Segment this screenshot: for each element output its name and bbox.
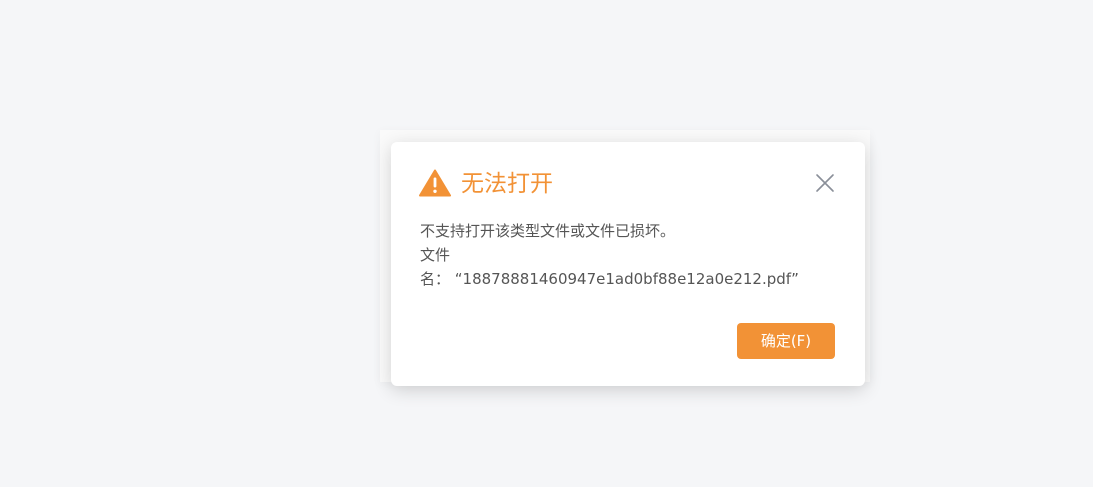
message-line-file-label: 文件 <box>420 246 451 264</box>
message-line-file-name: 名： “18878881460947e1ad0bf88e12a0e212.pdf… <box>420 270 799 288</box>
confirm-button[interactable]: 确定(F) <box>737 323 835 359</box>
error-dialog: 无法打开 不支持打开该类型文件或文件已损坏。 文件 名： “1887888146… <box>391 142 865 386</box>
close-button[interactable] <box>815 173 835 193</box>
dialog-message: 不支持打开该类型文件或文件已损坏。 文件 名： “18878881460947e… <box>420 219 840 291</box>
close-icon <box>816 174 834 192</box>
dialog-title: 无法打开 <box>461 171 553 197</box>
message-line-error: 不支持打开该类型文件或文件已损坏。 <box>420 222 676 240</box>
warning-triangle-icon <box>419 169 451 197</box>
